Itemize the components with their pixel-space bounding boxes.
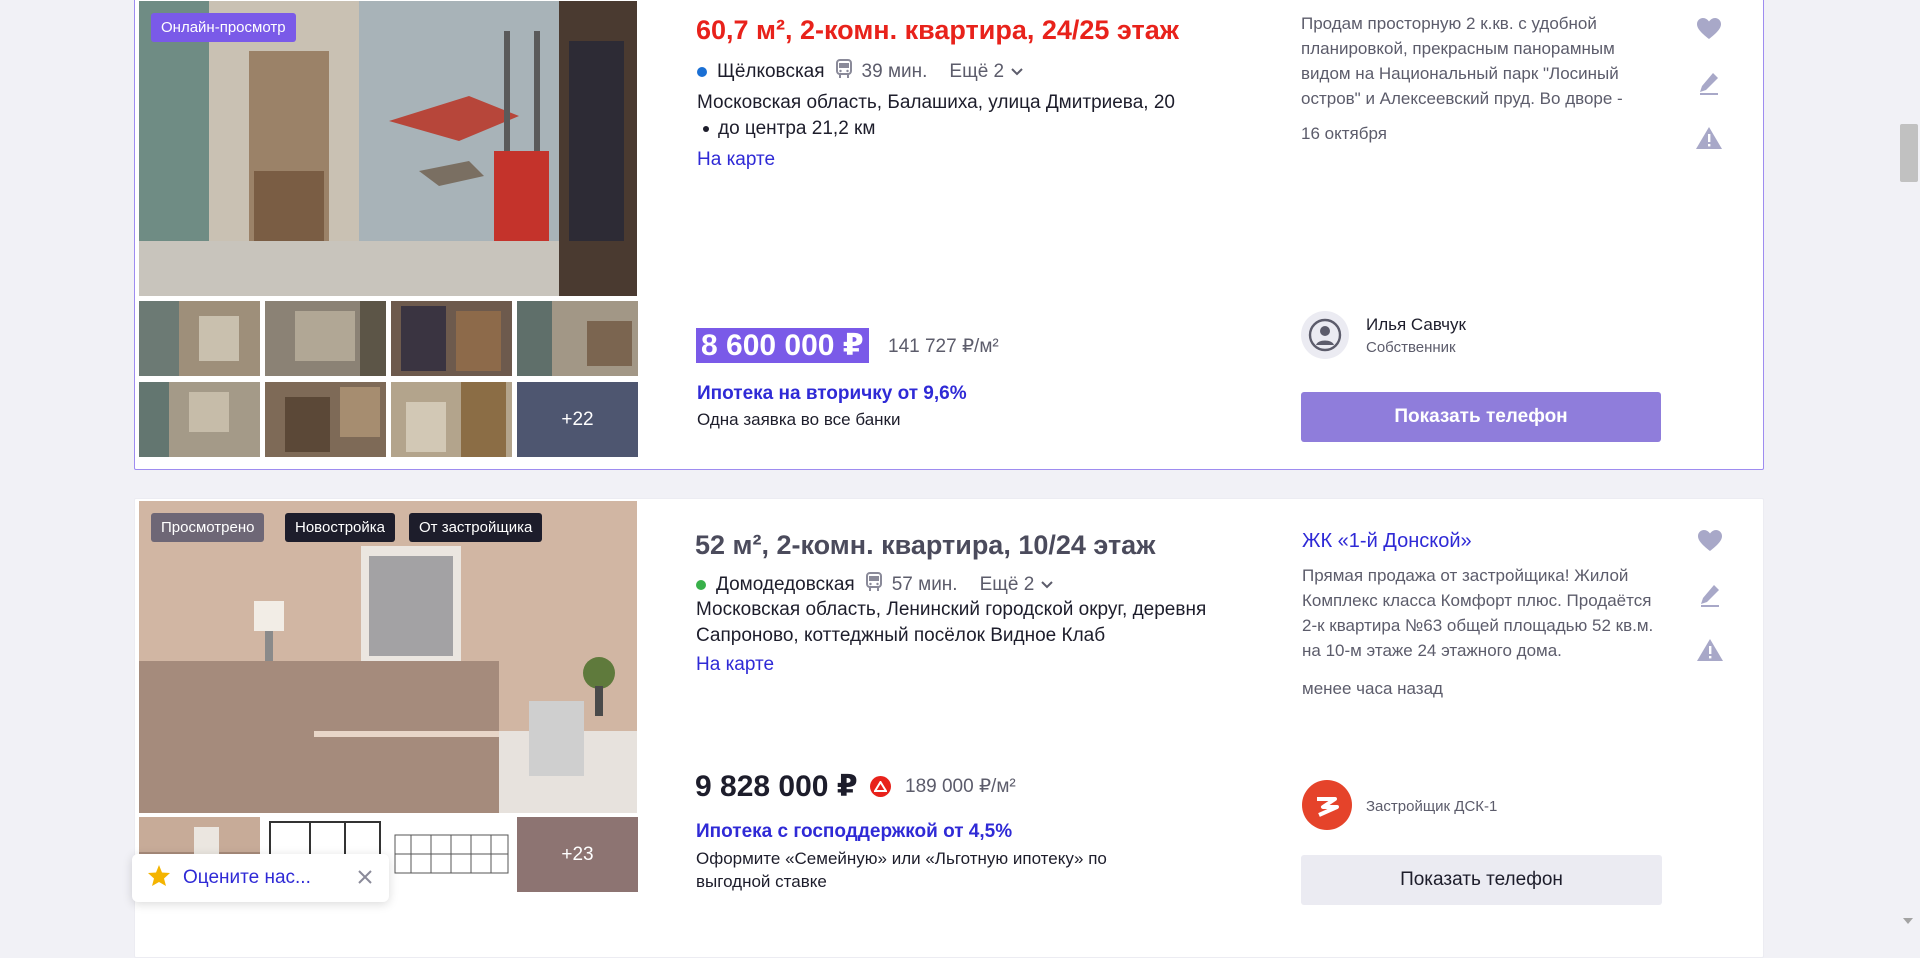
- listing-price: 9 828 000 ₽: [695, 769, 891, 804]
- listing-title[interactable]: 60,7 м², 2-комн. квартира, 24/25 этаж: [696, 15, 1179, 46]
- bus-icon: [835, 59, 853, 85]
- heart-icon: [1698, 530, 1722, 551]
- floor-plan-thumbnail[interactable]: [391, 817, 512, 892]
- listing-main-photo[interactable]: Онлайн-просмотр: [139, 1, 637, 296]
- listing-card-1[interactable]: Онлайн-просмотр +22 60,7 м², 2-комн. ква…: [134, 0, 1764, 470]
- developer-logo-icon[interactable]: [1302, 780, 1352, 830]
- user-avatar-icon: [1301, 311, 1349, 359]
- heart-icon: [1697, 18, 1721, 39]
- favorite-button[interactable]: [1696, 17, 1722, 46]
- price-per-m2: 189 000 ₽/м²: [905, 776, 1016, 797]
- close-icon[interactable]: [357, 869, 373, 891]
- from-developer-badge: От застройщика: [409, 513, 543, 542]
- listing-address: Московская область, Ленинский городской …: [696, 599, 1207, 646]
- star-icon: [147, 864, 171, 893]
- scroll-down-arrow[interactable]: [1903, 918, 1913, 924]
- more-photos-count: +22: [561, 408, 594, 430]
- chevron-down-icon: [1041, 581, 1054, 589]
- pencil-icon: [1701, 585, 1719, 607]
- pencil-icon: [1700, 73, 1718, 95]
- more-metro-dropdown[interactable]: Ещё 2: [949, 61, 1024, 83]
- map-link[interactable]: На карте: [697, 149, 775, 171]
- show-phone-button[interactable]: Показать телефон: [1301, 855, 1662, 905]
- listing-description[interactable]: Продам просторную 2 к.кв. с удобной план…: [1301, 11, 1661, 111]
- show-phone-button[interactable]: Показать телефон: [1301, 392, 1661, 442]
- chevron-down-icon: [1011, 68, 1023, 76]
- listing-thumbnail[interactable]: [391, 301, 512, 376]
- mortgage-subtitle: Одна заявка во все банки: [697, 410, 901, 429]
- more-photos-count: +23: [561, 843, 594, 865]
- rate-us-label[interactable]: Оцените нас...: [183, 867, 311, 889]
- map-link[interactable]: На карте: [696, 654, 774, 676]
- mortgage-offer-link[interactable]: Ипотека на вторичку от 9,6%: [697, 383, 967, 405]
- warning-icon: [1697, 639, 1723, 661]
- agent-name[interactable]: Илья Савчук: [1366, 315, 1466, 335]
- listing-thumbnail[interactable]: [517, 301, 638, 376]
- listing-thumbnail[interactable]: [265, 382, 386, 457]
- listing-description[interactable]: Прямая продажа от застройщика! Жилой Ком…: [1302, 563, 1662, 663]
- price-per-m2: 141 727 ₽/м²: [888, 336, 999, 357]
- metro-travel-time: 39 мин.: [861, 61, 928, 82]
- report-button[interactable]: [1695, 126, 1723, 155]
- listing-thumbnail[interactable]: [139, 301, 260, 376]
- rate-us-popup[interactable]: Оцените нас...: [132, 854, 389, 902]
- distance-to-center: до центра 21,2 км: [697, 116, 1257, 142]
- online-viewing-badge: Онлайн-просмотр: [151, 13, 296, 42]
- report-button[interactable]: [1696, 638, 1724, 667]
- listing-thumbnail[interactable]: [391, 382, 512, 457]
- add-note-button[interactable]: [1698, 71, 1720, 100]
- listing-price: 8 600 000 ₽: [696, 328, 869, 363]
- more-metro-label: Ещё 2: [949, 61, 1005, 82]
- more-photos-thumbnail[interactable]: +22: [517, 382, 638, 457]
- address-line: Московская область, Балашиха, улица Дмит…: [697, 92, 1175, 113]
- agent-role: Собственник: [1366, 339, 1456, 356]
- metro-line-dot: [696, 580, 706, 590]
- listing-date: 16 октября: [1301, 124, 1387, 143]
- more-metro-label: Ещё 2: [979, 574, 1035, 595]
- metro-info: Щёлковская 39 мин. Ещё 2: [697, 59, 1024, 85]
- add-note-button[interactable]: [1699, 583, 1721, 612]
- metro-station: Домодедовская: [716, 574, 855, 595]
- more-metro-dropdown[interactable]: Ещё 2: [980, 574, 1055, 596]
- metro-info: Домодедовская 57 мин. Ещё 2: [696, 572, 1054, 598]
- viewed-badge: Просмотрено: [151, 513, 265, 542]
- bus-icon: [865, 572, 883, 598]
- more-photos-thumbnail[interactable]: +23: [517, 817, 638, 892]
- listing-thumbnail[interactable]: [139, 382, 260, 457]
- listing-date: менее часа назад: [1302, 679, 1443, 698]
- scrollbar-thumb[interactable]: [1900, 124, 1918, 182]
- metro-line-dot: [697, 67, 707, 77]
- mortgage-subtitle: Оформите «Семейную» или «Льготную ипотек…: [696, 849, 1107, 891]
- listing-address: Московская область, Балашиха, улица Дмит…: [697, 90, 1257, 142]
- listing-thumbnail[interactable]: [265, 301, 386, 376]
- listing-main-photo[interactable]: Просмотрено Новостройка От застройщика: [139, 501, 637, 813]
- metro-travel-time: 57 мин.: [891, 574, 958, 595]
- developer-name[interactable]: Застройщик ДСК-1: [1366, 798, 1497, 815]
- favorite-button[interactable]: [1697, 529, 1723, 558]
- warning-icon: [1696, 127, 1722, 149]
- listing-title[interactable]: 52 м², 2-комн. квартира, 10/24 этаж: [695, 530, 1155, 561]
- residential-complex-link[interactable]: ЖК «1-й Донской»: [1302, 530, 1472, 553]
- mortgage-offer-link[interactable]: Ипотека с господдержкой от 4,5%: [696, 821, 1012, 843]
- metro-station: Щёлковская: [717, 61, 825, 82]
- price-up-icon: [869, 776, 891, 797]
- new-building-badge: Новостройка: [285, 513, 395, 542]
